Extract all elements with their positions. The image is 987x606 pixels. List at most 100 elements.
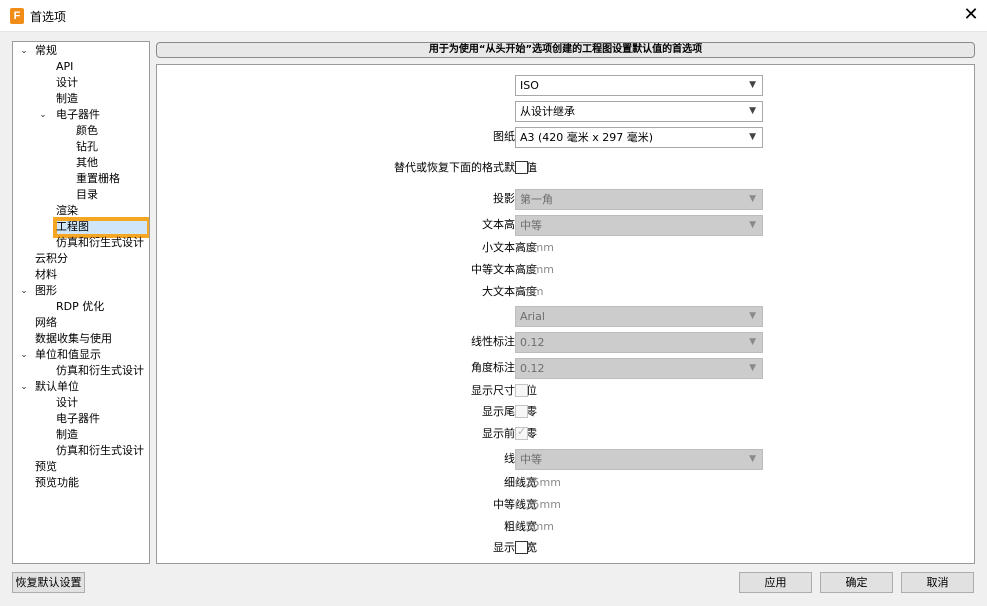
tree-item-units-electronics[interactable]: 电子器件 [56,411,100,426]
tree-item-preview-features[interactable]: 预览功能 [35,475,79,490]
standard-value: ISO [520,79,539,92]
tree-item-drill[interactable]: 钻孔 [76,139,98,154]
tree-item-units-simulation[interactable]: 仿真和衍生式设计 [56,443,144,458]
show-leading-label: 显示前导零 [482,427,537,440]
drawing-settings-panel: 标准 ISO ▼ 单位 从设计继承 ▼ 图纸尺寸 A3 (420 毫米 x 29… [156,64,975,564]
dropdown-arrow-icon: ▼ [749,311,756,321]
close-button[interactable]: ✕ [955,0,987,32]
medium-text-label: 中等文本高度 [471,263,537,276]
checkmark-icon: ✓ [517,425,527,438]
chevron-down-icon[interactable]: ⌄ [19,350,29,360]
tree-item-simulation-units[interactable]: 仿真和衍生式设计 [56,363,144,378]
standard-label: 标准 [337,78,537,92]
tree-item-api[interactable]: API [56,59,73,74]
large-text-label: 大文本高度 [482,285,537,298]
tree-item-drawing[interactable]: 工程图 [56,219,89,234]
line-weight-group-select[interactable]: 中等 ▼ [515,449,763,470]
tree-item-rdp[interactable]: RDP 优化 [56,299,104,314]
tree-item-colors[interactable]: 颜色 [76,123,98,138]
tree-item-catalog[interactable]: 目录 [76,187,98,202]
tree-item-manufacture[interactable]: 制造 [56,91,78,106]
text-height-group-value: 中等 [520,219,542,232]
tree-item-other[interactable]: 其他 [76,155,98,170]
font-select[interactable]: Arial ▼ [515,306,763,327]
tree-item-graphics[interactable]: 图形 [35,283,57,298]
linear-precision-label: 线性标注精度 [471,335,537,348]
tree-item-units-manufacture[interactable]: 制造 [56,427,78,442]
font-value: Arial [520,310,545,323]
apply-button[interactable]: 应用 [739,572,812,593]
dropdown-arrow-icon: ▼ [749,106,756,116]
tree-item-electronics[interactable]: 电子器件 [56,107,100,122]
show-trailing-checkbox[interactable] [515,405,528,418]
tree-item-data-collection[interactable]: 数据收集与使用 [35,331,112,346]
preferences-tree: ⌄ 常规 API 设计 制造 ⌄ 电子器件 颜色 钻孔 其他 重置栅格 目录 渲… [12,41,150,564]
small-text-label: 小文本高度 [482,241,537,254]
show-trailing-label: 显示尾随零 [482,405,537,418]
tree-item-default-units[interactable]: 默认单位 [35,379,79,394]
units-select[interactable]: 从设计继承 ▼ [515,101,763,122]
chevron-down-icon[interactable]: ⌄ [19,382,29,392]
medium-text-value: 3.5mm [515,263,554,276]
restore-defaults-button[interactable]: 恢复默认设置 [12,572,85,593]
linear-precision-value: 0.12 [520,336,545,349]
app-logo-icon: F [10,8,24,24]
dropdown-arrow-icon: ▼ [749,337,756,347]
standard-select[interactable]: ISO ▼ [515,75,763,96]
title-bar: F 首选项 ✕ [0,0,987,32]
text-height-group-label: 文本高度组 [482,218,537,231]
show-leading-checkbox[interactable]: ✓ [515,425,528,440]
override-label: 替代或恢复下面的格式默认值 [394,161,537,174]
medium-line-label: 中等线宽 [493,498,537,511]
large-text-value: 5mm [515,285,544,298]
small-text-value: 2.5mm [515,241,554,254]
tree-item-general[interactable]: 常规 [35,43,57,58]
line-weight-group-value: 中等 [520,453,542,466]
show-units-checkbox[interactable] [515,384,528,397]
sheet-size-value: A3 (420 毫米 x 297 毫米) [520,131,654,144]
angular-precision-value: 0.12 [520,362,545,375]
dropdown-arrow-icon: ▼ [749,80,756,90]
tree-item-preview[interactable]: 预览 [35,459,57,474]
tree-item-cloud-credits[interactable]: 云积分 [35,251,68,266]
show-line-weight-checkbox[interactable] [515,541,528,554]
page-description: 用于为使用“从头开始”选项创建的工程图设置默认值的首选项 [156,42,975,58]
window-title: 首选项 [30,10,67,24]
thin-line-value: 0.25mm [515,476,561,489]
chevron-down-icon[interactable]: ⌄ [19,46,29,56]
dropdown-arrow-icon: ▼ [749,132,756,142]
text-height-group-select[interactable]: 中等 ▼ [515,215,763,236]
medium-line-value: 0.35mm [515,498,561,511]
dropdown-arrow-icon: ▼ [749,194,756,204]
projection-value: 第一角 [520,193,553,206]
tree-item-render[interactable]: 渲染 [56,203,78,218]
tree-item-simulation[interactable]: 仿真和衍生式设计 [56,235,144,250]
tree-item-design[interactable]: 设计 [56,75,78,90]
sheet-size-label: 图纸尺寸 [337,130,537,144]
angular-precision-select[interactable]: 0.12 ▼ [515,358,763,379]
ok-button[interactable]: 确定 [820,572,893,593]
sheet-size-select[interactable]: A3 (420 毫米 x 297 毫米) ▼ [515,127,763,148]
font-label: 字体 [337,309,537,323]
linear-precision-select[interactable]: 0.12 ▼ [515,332,763,353]
thick-line-label: 粗线宽 [504,520,537,533]
chevron-down-icon[interactable]: ⌄ [38,110,48,120]
thin-line-label: 细线宽 [504,476,537,489]
cancel-button[interactable]: 取消 [901,572,974,593]
projection-label: 投影角度 [337,192,537,206]
tree-item-reset-grid[interactable]: 重置栅格 [76,171,120,186]
tree-item-network[interactable]: 网络 [35,315,57,330]
line-weight-group-label: 线宽组 [337,452,537,466]
units-value: 从设计继承 [520,105,575,118]
angular-precision-label: 角度标注精度 [471,361,537,374]
tree-item-materials[interactable]: 材料 [35,267,57,282]
show-line-weight-label: 显示线宽 [337,541,537,555]
tree-item-units-design[interactable]: 设计 [56,395,78,410]
projection-select[interactable]: 第一角 ▼ [515,189,763,210]
thick-line-value: 0.5mm [515,520,554,533]
dropdown-arrow-icon: ▼ [749,363,756,373]
units-label: 单位 [337,104,537,118]
chevron-down-icon[interactable]: ⌄ [19,286,29,296]
override-checkbox[interactable] [515,161,528,174]
tree-item-units-display[interactable]: 单位和值显示 [35,347,101,362]
